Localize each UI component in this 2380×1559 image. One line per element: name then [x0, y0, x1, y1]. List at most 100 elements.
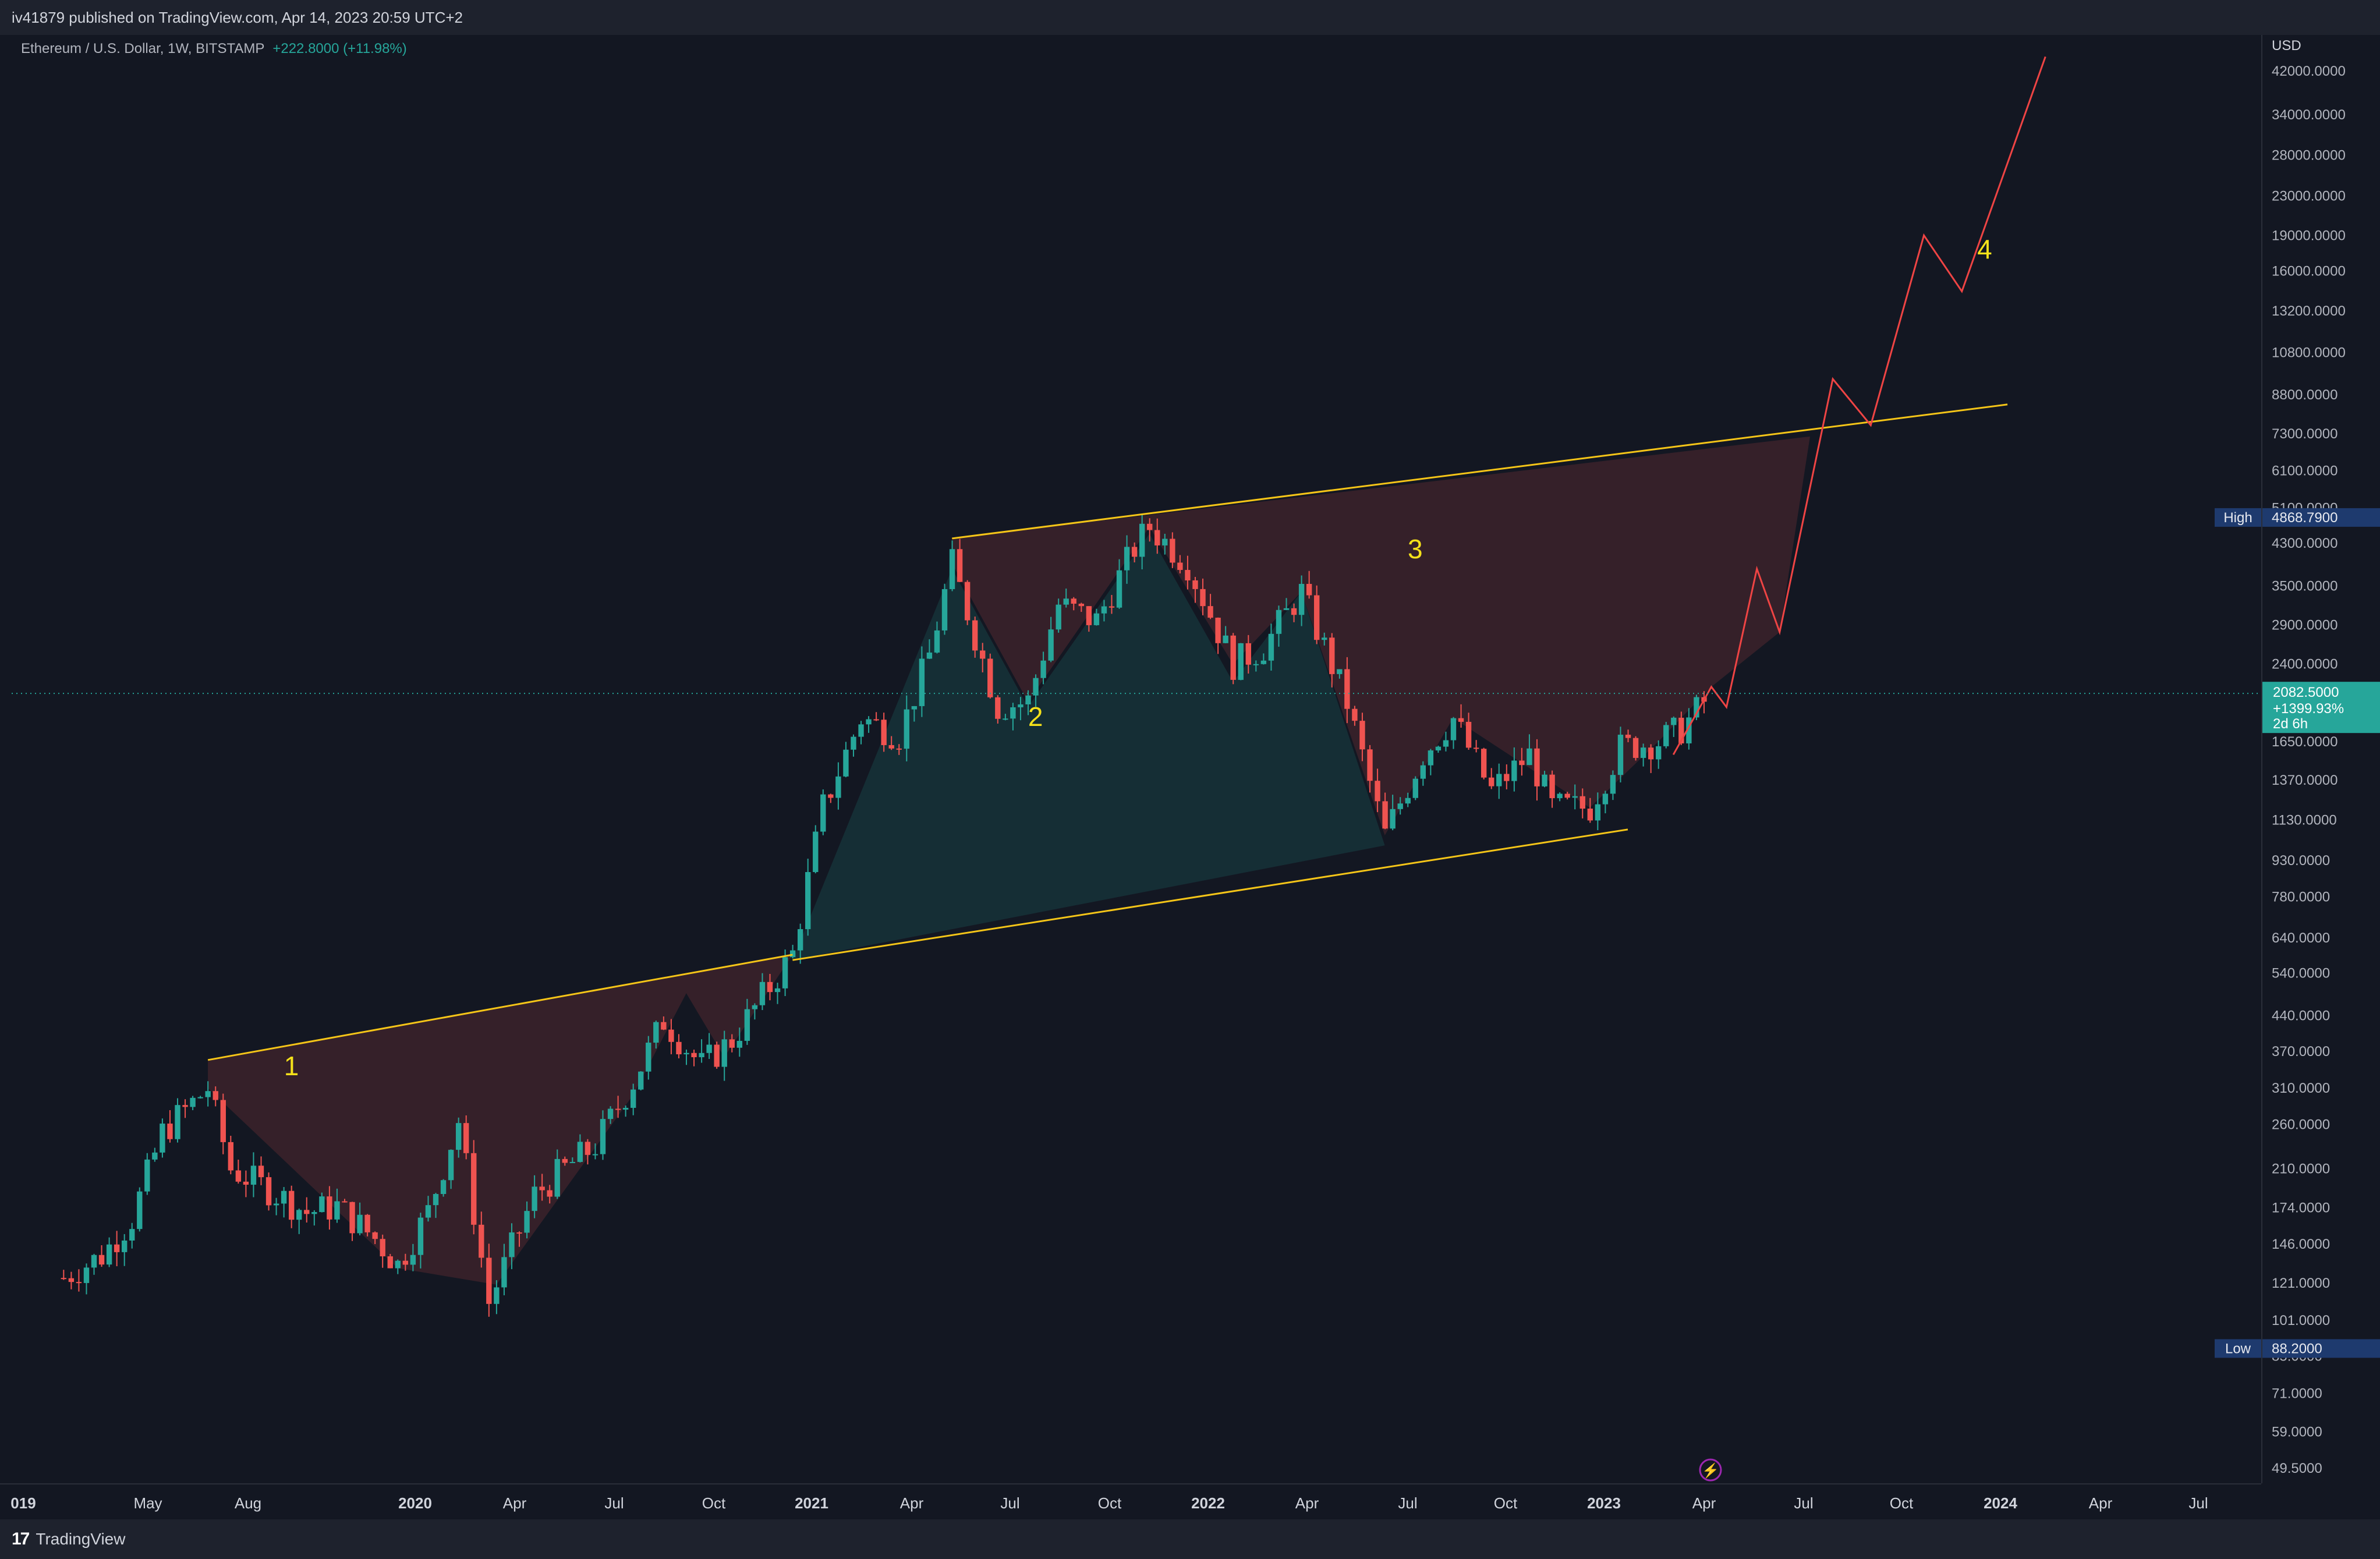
- candle-body[interactable]: [1412, 778, 1418, 798]
- candle-body[interactable]: [1283, 608, 1290, 610]
- candle-body[interactable]: [941, 589, 948, 630]
- candle-body[interactable]: [1245, 643, 1251, 665]
- candle-body[interactable]: [828, 794, 834, 798]
- candle-body[interactable]: [653, 1022, 659, 1043]
- candle-body[interactable]: [220, 1100, 226, 1142]
- candle-body[interactable]: [972, 620, 978, 651]
- candle-body[interactable]: [1602, 793, 1609, 805]
- candle-body[interactable]: [797, 929, 803, 951]
- candle-body[interactable]: [1428, 750, 1434, 766]
- candle-body[interactable]: [410, 1255, 416, 1265]
- candle-body[interactable]: [501, 1257, 507, 1288]
- candle-body[interactable]: [676, 1041, 682, 1055]
- candle-body[interactable]: [1101, 606, 1107, 614]
- candle-body[interactable]: [175, 1105, 180, 1139]
- candle-body[interactable]: [319, 1196, 325, 1213]
- candle-body[interactable]: [585, 1142, 591, 1155]
- candle-body[interactable]: [1420, 765, 1426, 779]
- candle-body[interactable]: [1071, 598, 1076, 604]
- candle-body[interactable]: [919, 658, 925, 706]
- candle-body[interactable]: [106, 1244, 112, 1265]
- candle-body[interactable]: [440, 1180, 447, 1194]
- candle-body[interactable]: [479, 1224, 484, 1258]
- candle-body[interactable]: [987, 658, 993, 697]
- candle-body[interactable]: [767, 982, 773, 993]
- candle-body[interactable]: [1131, 547, 1138, 557]
- candle-body[interactable]: [668, 1029, 674, 1042]
- candle-body[interactable]: [562, 1158, 568, 1163]
- candle-body[interactable]: [1656, 746, 1662, 760]
- candle-body[interactable]: [934, 630, 940, 653]
- wave-label-1[interactable]: 1: [284, 1051, 299, 1081]
- candle-body[interactable]: [1200, 589, 1206, 607]
- candle-body[interactable]: [1527, 748, 1532, 766]
- candle-body[interactable]: [1298, 584, 1305, 615]
- candle-body[interactable]: [1337, 669, 1343, 674]
- price-scale-canvas[interactable]: USD 42000.0000 34000.0000 28000.0000 23000.0…: [2262, 35, 2380, 1483]
- candle-body[interactable]: [471, 1153, 477, 1225]
- candle-body[interactable]: [455, 1123, 462, 1150]
- candle-body[interactable]: [1352, 708, 1358, 721]
- candle-body[interactable]: [873, 719, 879, 721]
- candle-body[interactable]: [1018, 704, 1023, 707]
- candle-body[interactable]: [83, 1267, 90, 1283]
- candle-body[interactable]: [122, 1240, 128, 1252]
- candle-body[interactable]: [1078, 604, 1085, 607]
- candle-body[interactable]: [486, 1257, 492, 1304]
- candle-body[interactable]: [1314, 595, 1320, 640]
- candle-body[interactable]: [212, 1091, 218, 1100]
- candle-body[interactable]: [1010, 707, 1016, 719]
- candle-body[interactable]: [1093, 613, 1100, 625]
- candle-body[interactable]: [866, 719, 872, 725]
- candle-body[interactable]: [630, 1089, 636, 1108]
- candle-body[interactable]: [813, 831, 819, 872]
- candle-body[interactable]: [1260, 660, 1267, 664]
- candle-body[interactable]: [1534, 748, 1540, 786]
- candle-body[interactable]: [1458, 718, 1464, 722]
- candle-body[interactable]: [646, 1043, 651, 1072]
- candle-body[interactable]: [281, 1190, 287, 1204]
- candle-body[interactable]: [68, 1278, 75, 1282]
- candle-body[interactable]: [1405, 798, 1411, 804]
- candle-body[interactable]: [357, 1214, 363, 1234]
- candle-body[interactable]: [1443, 740, 1449, 747]
- time-scale-canvas[interactable]: 019 May Aug 2020 Apr Jul Oct 2021 Apr Jul Oct 2022 A…: [0, 1484, 2261, 1521]
- candle-body[interactable]: [1519, 760, 1525, 766]
- candle-body[interactable]: [1610, 775, 1616, 794]
- chart-canvas[interactable]: 1 2 3 4 ⚡ High Low: [12, 35, 2261, 1483]
- candle-body[interactable]: [759, 982, 766, 1005]
- candle-body[interactable]: [137, 1191, 143, 1230]
- candle-body[interactable]: [1063, 598, 1069, 605]
- candle-body[interactable]: [1207, 606, 1213, 618]
- candle-body[interactable]: [1139, 523, 1145, 557]
- candle-body[interactable]: [911, 706, 918, 710]
- candle-body[interactable]: [311, 1212, 317, 1214]
- candle-body[interactable]: [1268, 633, 1274, 661]
- candle-body[interactable]: [1367, 749, 1373, 781]
- candle-body[interactable]: [964, 582, 971, 621]
- price-scale[interactable]: USD 42000.0000 34000.0000 28000.0000 23000.0…: [2261, 35, 2380, 1483]
- candle-body[interactable]: [820, 794, 826, 832]
- candle-body[interactable]: [342, 1201, 348, 1203]
- candle-body[interactable]: [1116, 570, 1122, 608]
- candle-body[interactable]: [881, 720, 887, 745]
- candle-body[interactable]: [1587, 808, 1593, 821]
- candle-body[interactable]: [129, 1229, 135, 1241]
- candle-body[interactable]: [858, 724, 864, 737]
- candle-body[interactable]: [250, 1165, 257, 1185]
- candle-body[interactable]: [1124, 547, 1130, 571]
- candle-body[interactable]: [1579, 796, 1585, 809]
- candle-body[interactable]: [622, 1108, 629, 1110]
- candle-body[interactable]: [144, 1159, 150, 1192]
- candle-body[interactable]: [395, 1260, 401, 1269]
- candle-body[interactable]: [1481, 749, 1487, 778]
- candle-body[interactable]: [714, 1044, 720, 1067]
- time-scale[interactable]: 019 May Aug 2020 Apr Jul Oct 2021 Apr Jul Oct 2022 A…: [0, 1483, 2261, 1519]
- candle-body[interactable]: [1276, 610, 1282, 634]
- candle-body[interactable]: [258, 1165, 264, 1178]
- candle-body[interactable]: [190, 1097, 196, 1107]
- candle-body[interactable]: [1663, 725, 1669, 746]
- candle-body[interactable]: [433, 1193, 439, 1206]
- candle-body[interactable]: [1511, 760, 1517, 781]
- candle-body[interactable]: [1223, 635, 1228, 643]
